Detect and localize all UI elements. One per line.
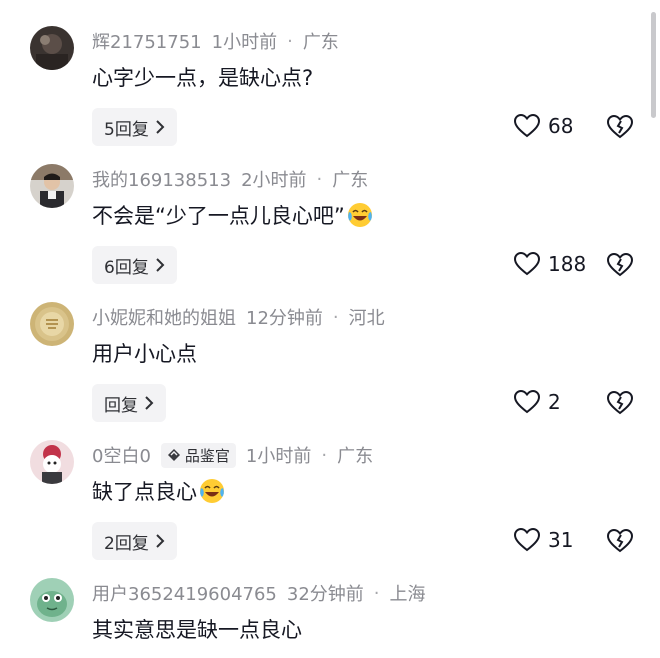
broken-heart-icon <box>606 252 634 277</box>
dislike-button[interactable] <box>606 528 634 554</box>
comment-time: 1小时前 <box>211 32 278 53</box>
comment-text-content: 缺了点良心 <box>92 480 197 504</box>
username[interactable]: 0空白0 <box>92 442 151 468</box>
scrollbar[interactable] <box>651 12 656 118</box>
dislike-button[interactable] <box>606 114 634 140</box>
view-replies-button[interactable]: 2回复 <box>92 522 177 560</box>
comment-location: 广东 <box>332 170 369 191</box>
badge-label: 品鉴官 <box>184 446 230 465</box>
username[interactable]: 辉21751751 <box>92 28 202 54</box>
avatar[interactable] <box>30 578 74 622</box>
like-button[interactable]: 2 <box>514 390 561 414</box>
separator-dot: · <box>287 30 293 52</box>
separator-dot: · <box>316 168 323 190</box>
comment-text-content: 不会是“少了一点儿良心吧” <box>92 204 345 228</box>
heart-outline-icon <box>514 390 540 414</box>
comment-meta: 辉21751751 1小时前 · 广东 <box>92 28 339 54</box>
comment-item: 0空白0 品鉴官 1小时前 · 广东 缺了点良心 2回复 31 <box>0 440 660 582</box>
comment-time: 32分钟前 <box>286 584 364 605</box>
comment-meta: 0空白0 品鉴官 1小时前 · 广东 <box>92 442 373 468</box>
heart-outline-icon <box>514 114 540 138</box>
taster-badge: 品鉴官 <box>160 442 236 468</box>
like-button[interactable]: 31 <box>514 528 573 552</box>
username[interactable]: 我的169138513 <box>92 166 231 192</box>
comment-time: 1小时前 <box>245 446 312 467</box>
comment-text[interactable]: 用户小心点 <box>92 338 197 368</box>
laughing-crying-emoji-icon <box>200 479 224 503</box>
reply-count-label: 5回复 <box>104 119 149 140</box>
separator-dot: · <box>321 444 328 466</box>
badge-icon <box>167 449 180 461</box>
comment-text-content: 心字少一点，是缺心点? <box>92 66 314 90</box>
comment-text-content: 其实意思是缺一点良心 <box>92 618 302 642</box>
dislike-button[interactable] <box>606 390 634 416</box>
comment-text[interactable]: 心字少一点，是缺心点? <box>92 62 313 92</box>
chevron-right-icon <box>145 396 154 410</box>
reply-count-label: 6回复 <box>104 257 149 278</box>
comment-item: 辉21751751 1小时前 · 广东 心字少一点，是缺心点? 5回复 68 <box>0 26 660 168</box>
separator-dot: · <box>373 582 380 604</box>
comment-location: 广东 <box>337 446 374 467</box>
username[interactable]: 小妮妮和她的姐姐 <box>92 304 236 330</box>
comment-location: 河北 <box>348 308 385 329</box>
comment-text[interactable]: 不会是“少了一点儿良心吧” <box>92 200 373 230</box>
broken-heart-icon <box>606 528 634 553</box>
comment-item: 我的169138513 2小时前 · 广东 不会是“少了一点儿良心吧” 6回复 … <box>0 164 660 306</box>
avatar[interactable] <box>30 164 74 208</box>
dislike-button[interactable] <box>606 252 634 278</box>
comment-meta: 我的169138513 2小时前 · 广东 <box>92 166 368 192</box>
like-count: 31 <box>548 528 574 552</box>
heart-outline-icon <box>514 252 540 276</box>
chevron-right-icon <box>156 534 165 548</box>
like-count: 68 <box>548 114 574 138</box>
username[interactable]: 用户3652419604765 <box>92 580 277 606</box>
comment-meta: 用户3652419604765 32分钟前 · 上海 <box>92 580 426 606</box>
like-count: 188 <box>548 252 587 276</box>
avatar[interactable] <box>30 440 74 484</box>
reply-count-label: 2回复 <box>104 533 149 554</box>
separator-dot: · <box>332 306 339 328</box>
comment-meta: 小妮妮和她的姐姐 12分钟前 · 河北 <box>92 304 385 330</box>
heart-outline-icon <box>514 528 540 552</box>
comment-text[interactable]: 其实意思是缺一点良心 <box>92 614 302 644</box>
like-button[interactable]: 188 <box>514 252 586 276</box>
avatar[interactable] <box>30 26 74 70</box>
chevron-right-icon <box>156 258 165 272</box>
comment-time: 2小时前 <box>241 170 307 191</box>
view-replies-button[interactable]: 5回复 <box>92 108 177 146</box>
laughing-crying-emoji-icon <box>347 203 372 227</box>
like-count: 2 <box>548 390 561 414</box>
comment-location: 广东 <box>302 32 339 53</box>
comment-text-content: 用户小心点 <box>92 342 197 366</box>
chevron-right-icon <box>156 120 165 134</box>
comment-item: 用户3652419604765 32分钟前 · 上海 其实意思是缺一点良心 <box>0 578 660 658</box>
reply-label: 回复 <box>104 395 138 416</box>
like-button[interactable]: 68 <box>514 114 573 138</box>
comment-time: 12分钟前 <box>246 308 323 329</box>
broken-heart-icon <box>606 390 634 415</box>
view-replies-button[interactable]: 6回复 <box>92 246 177 284</box>
broken-heart-icon <box>606 114 634 139</box>
comment-text[interactable]: 缺了点良心 <box>92 476 225 506</box>
comment-item: 小妮妮和她的姐姐 12分钟前 · 河北 用户小心点 回复 2 <box>0 302 660 444</box>
reply-button[interactable]: 回复 <box>92 384 166 422</box>
avatar[interactable] <box>30 302 74 346</box>
comment-location: 上海 <box>389 584 426 605</box>
